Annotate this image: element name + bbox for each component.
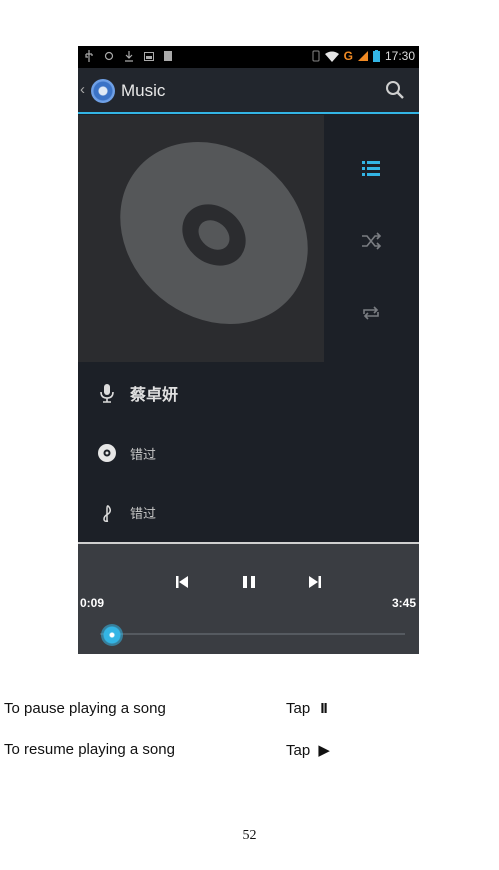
search-icon[interactable] [385, 80, 405, 100]
back-chevron-icon[interactable]: ‹ [80, 81, 85, 98]
total-duration: 3:45 [391, 596, 416, 610]
seek-thumb[interactable] [101, 624, 124, 646]
vibrate-icon [312, 50, 320, 62]
next-track-icon[interactable] [307, 574, 323, 590]
instruction-pause-text: To pause playing a song [4, 700, 166, 717]
repeat-icon[interactable] [360, 302, 382, 324]
side-controls [324, 115, 419, 362]
artist-name: 蔡卓妍 [130, 387, 179, 404]
pause-icon[interactable] [241, 574, 257, 590]
page-title: Music [121, 81, 166, 100]
artist-row: 蔡卓妍 [78, 373, 419, 413]
storage-icon [164, 51, 172, 61]
seek-bar[interactable] [100, 633, 405, 635]
player-panel: 0:09 3:45 [78, 542, 419, 654]
instruction-resume-tap: Tap ▶ [286, 741, 330, 759]
song-title: 错过 [130, 505, 157, 521]
elapsed-time: 0:09 [80, 596, 105, 610]
song-row: 错过 [78, 492, 419, 532]
tap-label: Tap [286, 700, 311, 717]
playlist-icon[interactable] [360, 157, 382, 179]
network-type: G [343, 49, 353, 63]
phone-screenshot: G 17:30 ‹ Music 蔡卓妍 错过 错过 0:09 3:45 [78, 46, 419, 654]
microphone-icon [100, 384, 114, 403]
album-name: 错过 [130, 446, 157, 462]
wifi-icon [324, 51, 339, 62]
pause-symbol: II [320, 700, 327, 717]
page-number: 52 [242, 828, 257, 843]
status-bar: G 17:30 [78, 46, 419, 68]
tap-label: Tap [286, 742, 311, 759]
action-bar: ‹ Music [78, 68, 419, 114]
clock: 17:30 [384, 49, 415, 63]
album-disc-icon [98, 444, 116, 462]
instruction-pause-tap: Tap II [286, 700, 328, 717]
battery-icon [372, 50, 380, 62]
download-icon [125, 50, 133, 62]
previous-track-icon[interactable] [174, 574, 190, 590]
album-row: 错过 [78, 433, 419, 473]
usb-icon [85, 50, 93, 62]
sync-icon [104, 51, 114, 61]
album-art [78, 115, 324, 362]
signal-icon [357, 51, 368, 61]
music-app-icon[interactable] [91, 79, 115, 103]
treble-clef-icon [103, 505, 112, 522]
shuffle-icon[interactable] [360, 230, 382, 252]
play-symbol: ▶ [318, 742, 330, 759]
disc-icon [120, 142, 308, 324]
instruction-resume-text: To resume playing a song [4, 741, 175, 758]
image-icon [144, 51, 154, 61]
